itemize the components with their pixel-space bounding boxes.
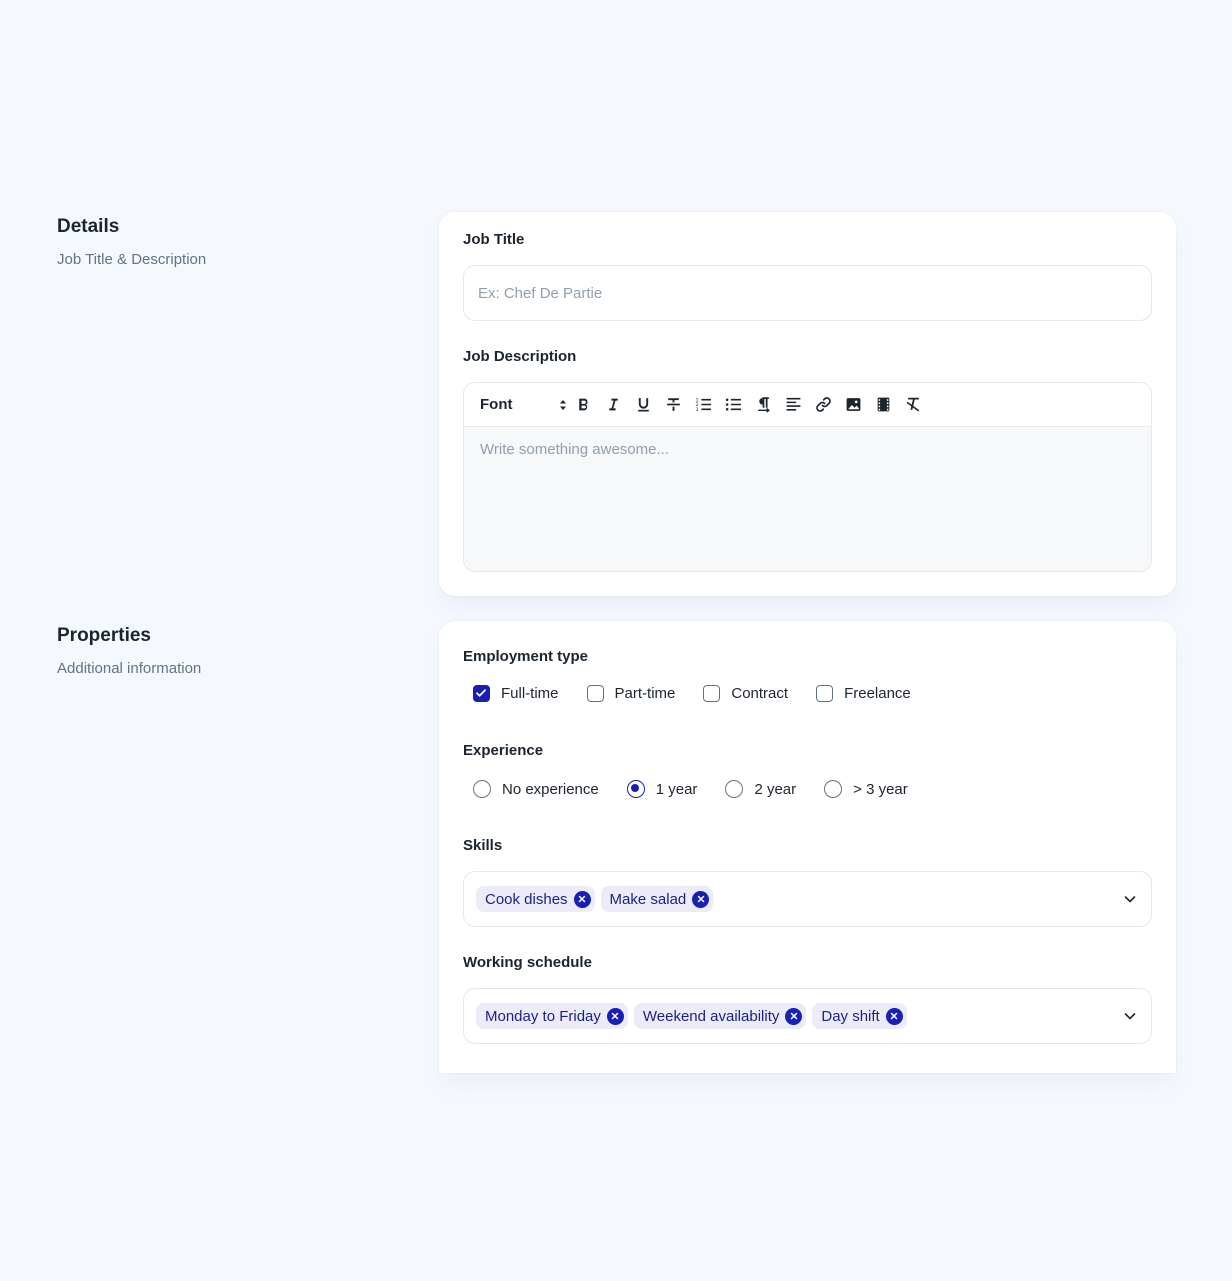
bold-icon <box>578 398 587 411</box>
checkbox[interactable] <box>586 685 604 702</box>
font-select[interactable]: Font <box>480 396 568 413</box>
schedule-chip: Monday to Friday <box>476 1003 628 1029</box>
radio[interactable] <box>824 780 843 798</box>
chevron-down-icon[interactable] <box>1123 892 1137 906</box>
details-card: Job Title Job Description Font 123 <box>439 212 1176 596</box>
bullet-list-button[interactable] <box>718 391 748 419</box>
skills-label: Skills <box>463 837 503 854</box>
link-icon <box>815 397 831 412</box>
italic-icon <box>608 398 618 411</box>
chip-label: Make salad <box>609 890 687 908</box>
option-label: Freelance <box>844 685 911 702</box>
properties-title: Properties <box>57 625 151 646</box>
image-button[interactable] <box>838 391 868 419</box>
close-icon <box>790 1012 798 1020</box>
radio[interactable] <box>725 780 744 798</box>
close-icon <box>890 1012 898 1020</box>
chevron-down-icon[interactable] <box>1123 1009 1137 1023</box>
details-subtitle: Job Title & Description <box>57 251 207 268</box>
experience-option-2-year[interactable]: 2 year <box>725 780 796 798</box>
chip-remove-button[interactable] <box>785 1007 803 1025</box>
employment-type-label: Employment type <box>463 648 589 665</box>
experience-option-1-year[interactable]: 1 year <box>626 780 698 798</box>
checkbox-checked[interactable] <box>473 685 490 702</box>
chip-label: Day shift <box>821 1007 880 1025</box>
properties-section-header: Properties Additional information <box>57 625 201 677</box>
chip-remove-button[interactable] <box>885 1007 903 1025</box>
align-left-icon <box>786 397 800 411</box>
radio-checked[interactable] <box>626 780 645 798</box>
job-title-input[interactable] <box>463 265 1152 321</box>
ordered-list-button[interactable]: 123 <box>688 391 718 419</box>
bullet-list-icon <box>725 398 741 411</box>
employment-option-part-time[interactable]: Part-time <box>586 685 676 702</box>
experience-options: No experience 1 year 2 year > 3 year <box>473 780 936 798</box>
option-label: 1 year <box>655 780 698 798</box>
editor-body[interactable]: Write something awesome... <box>464 427 1151 571</box>
chip-label: Monday to Friday <box>485 1007 601 1025</box>
option-label: 2 year <box>754 780 797 798</box>
chip-remove-button[interactable] <box>692 890 710 908</box>
skills-select[interactable]: Cook dishes Make salad <box>463 871 1152 927</box>
option-label: Full-time <box>501 685 559 702</box>
font-select-label: Font <box>480 396 513 413</box>
strikethrough-icon <box>666 398 680 411</box>
job-description-label: Job Description <box>463 348 577 365</box>
schedule-chip: Day shift <box>812 1003 907 1029</box>
strikethrough-button[interactable] <box>658 391 688 419</box>
clear-format-icon <box>906 397 919 412</box>
rich-text-editor: Font 123 Write something awesome... <box>463 382 1152 572</box>
link-button[interactable] <box>808 391 838 419</box>
option-label: Contract <box>731 685 789 702</box>
close-icon <box>697 895 705 903</box>
skill-chip: Make salad <box>600 886 714 912</box>
paragraph-button[interactable] <box>748 391 778 419</box>
sort-arrows-icon <box>560 399 566 410</box>
paragraph-icon <box>757 397 770 413</box>
working-schedule-select[interactable]: Monday to Friday Weekend availability Da… <box>463 988 1152 1044</box>
underline-button[interactable] <box>628 391 658 419</box>
details-title: Details <box>57 216 120 237</box>
checkbox[interactable] <box>703 685 721 702</box>
bold-button[interactable] <box>568 391 598 419</box>
check-icon <box>476 689 486 697</box>
video-button[interactable] <box>868 391 898 419</box>
details-section-header: Details Job Title & Description <box>57 216 206 268</box>
experience-option-none[interactable]: No experience <box>473 780 599 798</box>
svg-text:3: 3 <box>695 407 698 413</box>
employment-type-options: Full-time Part-time Contract Freelance <box>473 685 939 702</box>
close-icon <box>612 1012 619 1020</box>
italic-button[interactable] <box>598 391 628 419</box>
clear-format-button[interactable] <box>898 391 928 419</box>
image-icon <box>846 398 860 411</box>
employment-option-freelance[interactable]: Freelance <box>816 685 911 702</box>
employment-option-full-time[interactable]: Full-time <box>473 685 559 702</box>
chip-label: Weekend availability <box>642 1007 780 1025</box>
properties-subtitle: Additional information <box>57 660 202 677</box>
close-icon <box>578 895 586 903</box>
option-label: No experience <box>502 780 599 798</box>
experience-option-3-plus-year[interactable]: > 3 year <box>824 780 908 798</box>
employment-option-contract[interactable]: Contract <box>703 685 788 702</box>
skill-chip: Cook dishes <box>476 886 595 912</box>
underline-icon <box>637 398 649 412</box>
video-icon <box>877 397 889 412</box>
properties-card: Employment type Full-time Part-time Cont… <box>439 621 1176 1073</box>
chip-label: Cook dishes <box>485 890 568 908</box>
job-title-label: Job Title <box>463 231 525 248</box>
radio[interactable] <box>473 780 491 798</box>
checkbox[interactable] <box>816 685 834 702</box>
chip-remove-button[interactable] <box>606 1007 624 1025</box>
option-label: Part-time <box>614 685 676 702</box>
ordered-list-icon: 123 <box>695 397 711 413</box>
schedule-chip: Weekend availability <box>633 1003 807 1029</box>
editor-toolbar: Font 123 <box>464 383 1151 427</box>
working-schedule-label: Working schedule <box>463 954 592 971</box>
experience-label: Experience <box>463 742 544 759</box>
align-button[interactable] <box>778 391 808 419</box>
option-label: > 3 year <box>853 780 908 798</box>
chip-remove-button[interactable] <box>573 890 591 908</box>
